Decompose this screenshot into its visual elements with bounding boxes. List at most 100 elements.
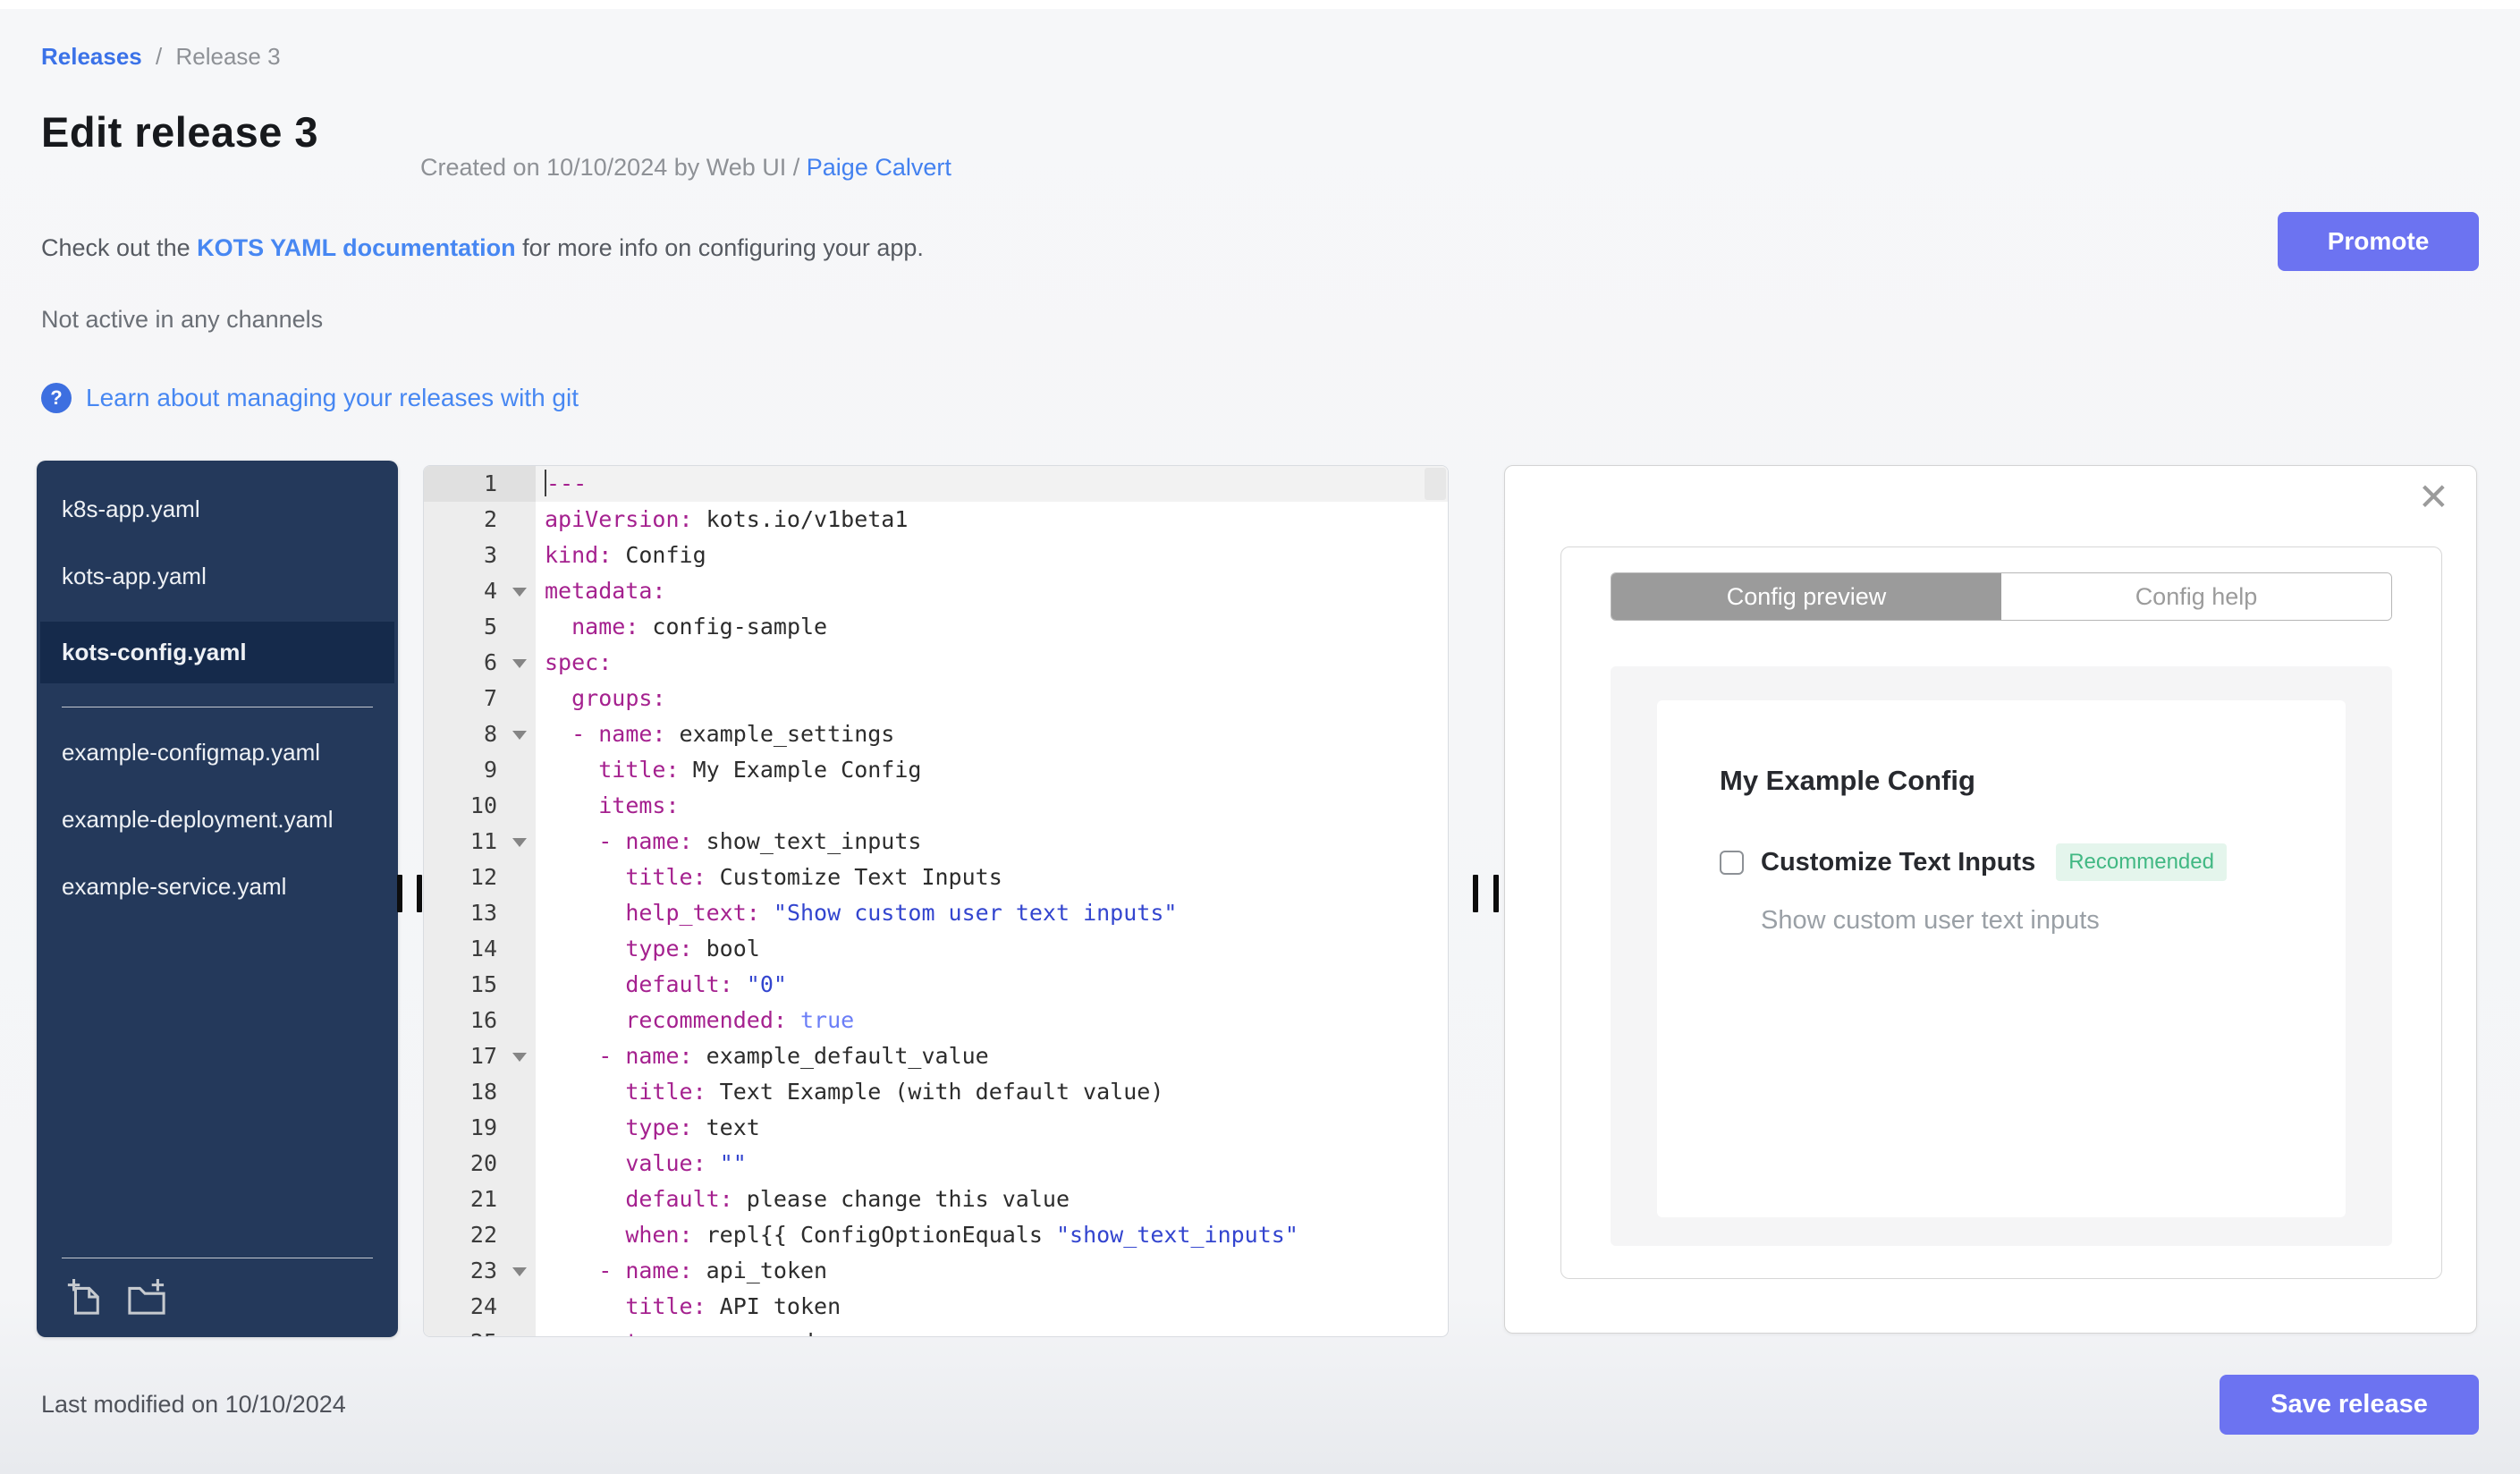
code-line-21[interactable]: 21 default: please change this value (424, 1182, 1448, 1217)
info-text: Check out the KOTS YAML documentation fo… (41, 234, 924, 262)
line-number: 9 (424, 752, 536, 788)
line-number: 25 (424, 1325, 536, 1336)
editor-scrollbar[interactable] (1425, 468, 1446, 500)
code-text: - name: api_token (598, 1258, 828, 1283)
code-line-20[interactable]: 20 value: "" (424, 1146, 1448, 1182)
fold-arrow-icon[interactable] (512, 731, 527, 740)
line-number: 2 (424, 502, 536, 538)
file-item-k8s-app.yaml[interactable]: k8s-app.yaml (62, 487, 373, 531)
line-number: 11 (424, 824, 536, 860)
top-strip (0, 0, 2520, 9)
config-card: My Example Config Customize Text Inputs … (1657, 700, 2346, 1217)
add-file-icon[interactable] (65, 1278, 103, 1316)
file-item-example-deployment.yaml[interactable]: example-deployment.yaml (62, 798, 373, 842)
channel-status: Not active in any channels (41, 306, 324, 333)
code-line-4[interactable]: 4 metadata: (424, 573, 1448, 609)
code-line-5[interactable]: 5 name: config-sample (424, 609, 1448, 645)
code-line-19[interactable]: 19 type: text (424, 1110, 1448, 1146)
config-option-label[interactable]: Customize Text Inputs (1761, 848, 2035, 877)
code-line-8[interactable]: 8 - name: example_settings (424, 716, 1448, 752)
fold-arrow-icon[interactable] (512, 1053, 527, 1062)
file-item-kots-config.yaml[interactable]: kots-config.yaml (40, 622, 394, 683)
code-text: --- (545, 470, 588, 496)
promote-button[interactable]: Promote (2278, 212, 2479, 271)
help-icon[interactable]: ? (41, 383, 72, 413)
code-line-16[interactable]: 16 recommended: true (424, 1003, 1448, 1038)
code-line-12[interactable]: 12 title: Customize Text Inputs (424, 860, 1448, 895)
line-number: 5 (424, 609, 536, 645)
code-text: type: bool (625, 936, 760, 961)
code-line-14[interactable]: 14 type: bool (424, 931, 1448, 967)
code-line-24[interactable]: 24 title: API token (424, 1289, 1448, 1325)
customize-text-inputs-checkbox[interactable] (1720, 850, 1744, 875)
preview-tabs: Config preview Config help (1611, 572, 2392, 621)
author-link[interactable]: Paige Calvert (807, 154, 951, 181)
line-number: 17 (424, 1038, 536, 1074)
git-docs-link[interactable]: Learn about managing your releases with … (86, 384, 579, 412)
preview-inner-box: Config preview Config help My Example Con… (1560, 546, 2442, 1279)
info-suffix: for more info on configuring your app. (515, 234, 924, 261)
add-folder-icon[interactable] (126, 1278, 167, 1316)
file-tree: k8s-app.yaml kots-app.yaml kots-config.yam… (37, 461, 398, 1337)
code-line-13[interactable]: 13 help_text: "Show custom user text inp… (424, 895, 1448, 931)
code-text: default: please change this value (625, 1186, 1070, 1212)
line-number: 4 (424, 573, 536, 609)
code-line-9[interactable]: 9 title: My Example Config (424, 752, 1448, 788)
line-number: 21 (424, 1182, 536, 1217)
breadcrumb: Releases / Release 3 (41, 43, 281, 71)
breadcrumb-link-releases[interactable]: Releases (41, 43, 142, 70)
file-item-example-configmap.yaml[interactable]: example-configmap.yaml (62, 731, 373, 775)
git-help-row: ? Learn about managing your releases wit… (41, 383, 579, 413)
fold-arrow-icon[interactable] (512, 659, 527, 668)
tab-config-help[interactable]: Config help (2001, 573, 2391, 620)
resize-handle-left[interactable] (397, 875, 422, 912)
code-line-18[interactable]: 18 title: Text Example (with default val… (424, 1074, 1448, 1110)
code-line-22[interactable]: 22 when: repl{{ ConfigOptionEquals "show… (424, 1217, 1448, 1253)
line-number: 13 (424, 895, 536, 931)
code-line-2[interactable]: 2 apiVersion: kots.io/v1beta1 (424, 502, 1448, 538)
kots-docs-link[interactable]: KOTS YAML documentation (197, 234, 516, 261)
line-number: 3 (424, 538, 536, 573)
save-release-button[interactable]: Save release (2220, 1375, 2479, 1435)
code-text: value: "" (625, 1150, 747, 1176)
close-icon[interactable]: ✕ (2418, 479, 2449, 516)
config-option-help-text: Show custom user text inputs (1761, 906, 2100, 935)
fold-arrow-icon[interactable] (512, 588, 527, 597)
code-line-10[interactable]: 10 items: (424, 788, 1448, 824)
code-text: - name: show_text_inputs (598, 828, 922, 854)
tab-config-preview[interactable]: Config preview (1611, 573, 2001, 620)
code-text: default: "0" (625, 971, 787, 997)
help-icon-glyph: ? (50, 386, 63, 409)
line-number: 1 (424, 466, 536, 502)
code-text: title: Customize Text Inputs (625, 864, 1002, 890)
code-line-1[interactable]: 1 --- (424, 466, 1448, 502)
resize-handle-right[interactable] (1473, 875, 1499, 912)
line-number: 20 (424, 1146, 536, 1182)
code-text: name: config-sample (571, 614, 828, 640)
code-line-11[interactable]: 11 - name: show_text_inputs (424, 824, 1448, 860)
config-group-title: My Example Config (1720, 765, 1975, 796)
file-item-example-service.yaml[interactable]: example-service.yaml (62, 865, 373, 909)
code-line-25[interactable]: 25 type: password (424, 1325, 1448, 1336)
fold-arrow-icon[interactable] (512, 838, 527, 847)
code-line-3[interactable]: 3 kind: Config (424, 538, 1448, 573)
code-text: kind: Config (545, 542, 706, 568)
fold-arrow-icon[interactable] (512, 1267, 527, 1276)
line-number: 12 (424, 860, 536, 895)
preview-content-area: My Example Config Customize Text Inputs … (1611, 666, 2392, 1246)
file-item-kots-app.yaml[interactable]: kots-app.yaml (62, 555, 373, 598)
code-text: groups: (571, 685, 666, 711)
info-prefix: Check out the (41, 234, 198, 261)
code-line-7[interactable]: 7 groups: (424, 681, 1448, 716)
code-line-6[interactable]: 6 spec: (424, 645, 1448, 681)
code-text: - name: example_settings (571, 721, 895, 747)
breadcrumb-separator: / (156, 43, 163, 70)
file-tree-footer (62, 1258, 373, 1337)
config-option-row: Customize Text Inputs Recommended (1720, 843, 2283, 881)
code-line-15[interactable]: 15 default: "0" (424, 967, 1448, 1003)
line-number: 15 (424, 967, 536, 1003)
line-number: 14 (424, 931, 536, 967)
code-line-23[interactable]: 23 - name: api_token (424, 1253, 1448, 1289)
code-editor[interactable]: 1 --- 2 apiVersion: kots.io/v1beta1 3 kind: C… (423, 465, 1449, 1337)
code-line-17[interactable]: 17 - name: example_default_value (424, 1038, 1448, 1074)
